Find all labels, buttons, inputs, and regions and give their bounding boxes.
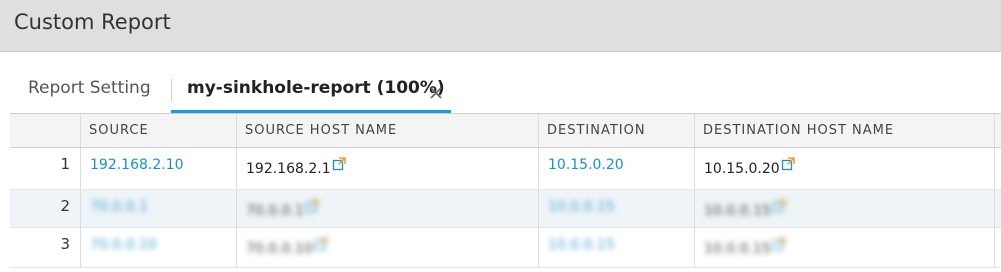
row-number-cell: 3	[10, 228, 80, 267]
window-title: Custom Report	[14, 10, 171, 34]
source-link[interactable]: 70.0.0.1	[90, 199, 148, 215]
source-host-cell: 70.0.0.10	[236, 228, 538, 267]
tab-report-setting[interactable]: Report Setting	[28, 78, 151, 98]
external-link-icon[interactable]	[305, 199, 319, 213]
destination-host-name: 10.0.0.15	[704, 241, 771, 257]
tab-strip: Report Setting my-sinkhole-report (100%)	[0, 52, 1001, 114]
destination-host-name: 10.0.0.15	[704, 203, 771, 219]
tab-report[interactable]: my-sinkhole-report (100%)	[171, 78, 445, 98]
row-number: 3	[60, 235, 70, 253]
header-cell-destination[interactable]: DESTINATION	[538, 114, 694, 147]
filler-cell	[994, 190, 1001, 227]
header-cell-source-host[interactable]: SOURCE HOST NAME	[236, 114, 538, 147]
destination-cell: 10.15.0.20	[538, 148, 694, 189]
source-host-cell: 192.168.2.1	[236, 148, 538, 189]
destination-link[interactable]: 10.0.0.15	[548, 237, 615, 253]
row-number-cell: 2	[10, 190, 80, 227]
column-header-destination-host-name: DESTINATION HOST NAME	[703, 123, 895, 138]
external-link-icon[interactable]	[781, 157, 795, 171]
header-cell-filler	[994, 114, 1001, 147]
report-table: SOURCE SOURCE HOST NAME DESTINATION DEST…	[10, 113, 1001, 272]
destination-link[interactable]: 10.0.0.15	[548, 199, 615, 215]
dest-host-cell: 10.0.0.15	[694, 228, 994, 267]
filler-cell	[994, 228, 1001, 267]
table-row: 3 70.0.0.10 70.0.0.10 10.0.0.15 10.0.0.1…	[10, 228, 1001, 268]
column-header-destination: DESTINATION	[547, 123, 646, 138]
column-header-source-host-name: SOURCE HOST NAME	[245, 123, 398, 138]
source-link[interactable]: 192.168.2.10	[90, 157, 184, 173]
close-icon[interactable]	[428, 85, 444, 101]
dest-host-cell: 10.15.0.20	[694, 148, 994, 189]
filler-cell	[994, 148, 1001, 189]
destination-cell: 10.0.0.15	[538, 190, 694, 227]
source-host-cell: 70.0.0.1	[236, 190, 538, 227]
row-number-cell: 1	[10, 148, 80, 189]
column-header-source: SOURCE	[89, 123, 149, 138]
external-link-icon[interactable]	[332, 157, 346, 171]
source-host-name: 192.168.2.1	[246, 161, 331, 177]
header-cell-rownum	[10, 114, 80, 147]
source-link[interactable]: 70.0.0.10	[90, 237, 157, 253]
external-link-icon[interactable]	[772, 237, 786, 251]
external-link-icon[interactable]	[772, 199, 786, 213]
header-cell-source[interactable]: SOURCE	[80, 114, 236, 147]
destination-link[interactable]: 10.15.0.20	[548, 157, 624, 173]
destination-cell: 10.0.0.15	[538, 228, 694, 267]
source-cell: 192.168.2.10	[80, 148, 236, 189]
source-host-name: 70.0.0.1	[246, 203, 304, 219]
table-row: 2 70.0.0.1 70.0.0.1 10.0.0.15 10.0.0.15	[10, 190, 1001, 228]
source-cell: 70.0.0.1	[80, 190, 236, 227]
title-bar: Custom Report	[0, 0, 1001, 52]
destination-host-name: 10.15.0.20	[704, 161, 780, 177]
dest-host-cell: 10.0.0.15	[694, 190, 994, 227]
row-number: 1	[60, 155, 70, 173]
row-number: 2	[60, 197, 70, 215]
header-cell-dest-host[interactable]: DESTINATION HOST NAME	[694, 114, 994, 147]
table-row: 1 192.168.2.10 192.168.2.1 10.15.0.20 10…	[10, 148, 1001, 190]
external-link-icon[interactable]	[314, 237, 328, 251]
table-header-row: SOURCE SOURCE HOST NAME DESTINATION DEST…	[10, 114, 1001, 148]
source-cell: 70.0.0.10	[80, 228, 236, 267]
source-host-name: 70.0.0.10	[246, 241, 313, 257]
